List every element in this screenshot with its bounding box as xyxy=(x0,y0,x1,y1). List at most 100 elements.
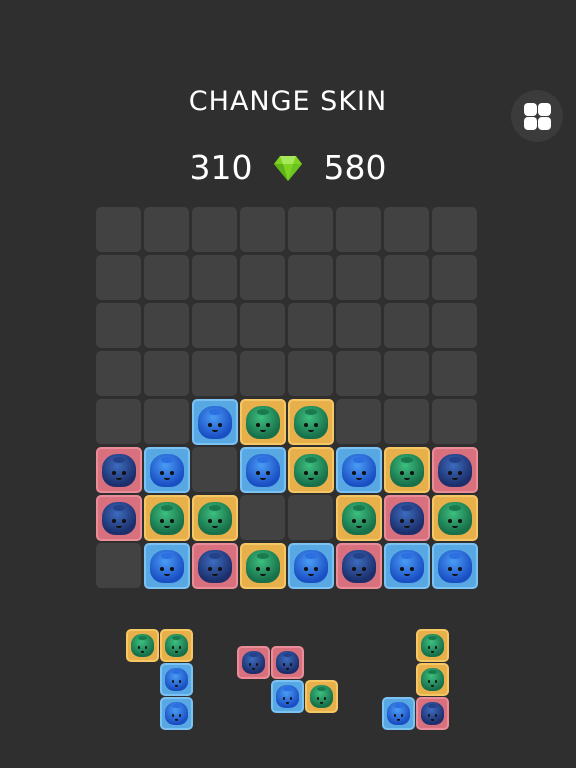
board-tile xyxy=(288,543,334,589)
piece-tile[interactable] xyxy=(126,629,159,662)
empty-cell xyxy=(240,495,285,540)
empty-cell xyxy=(432,399,477,444)
empty-cell xyxy=(288,351,333,396)
jelly-face-icon xyxy=(309,685,334,709)
jelly-face-icon xyxy=(246,454,280,487)
empty-cell xyxy=(336,255,381,300)
empty-cell xyxy=(288,303,333,348)
board-tile xyxy=(384,495,430,541)
jelly-face-icon xyxy=(294,550,328,583)
jelly-face-icon xyxy=(438,454,472,487)
jelly-face-icon xyxy=(390,454,424,487)
empty-cell xyxy=(384,255,429,300)
jelly-face-icon xyxy=(241,651,266,675)
empty-cell xyxy=(336,351,381,396)
board-tile xyxy=(240,399,286,445)
piece-tile[interactable] xyxy=(305,680,338,713)
jelly-face-icon xyxy=(150,454,184,487)
empty-cell xyxy=(96,399,141,444)
jelly-face-icon xyxy=(150,550,184,583)
jelly-face-icon xyxy=(246,406,280,439)
empty-cell xyxy=(192,351,237,396)
empty-cell xyxy=(432,207,477,252)
jelly-face-icon xyxy=(386,702,411,726)
board-tile xyxy=(144,447,190,493)
empty-cell xyxy=(384,351,429,396)
jelly-face-icon xyxy=(342,502,376,535)
current-score: 310 xyxy=(189,148,253,187)
board-tile xyxy=(432,447,478,493)
empty-cell xyxy=(288,495,333,540)
empty-cell xyxy=(192,255,237,300)
empty-cell xyxy=(144,207,189,252)
page-title: CHANGE SKIN xyxy=(188,86,388,117)
piece-tile[interactable] xyxy=(271,646,304,679)
empty-cell xyxy=(240,207,285,252)
jelly-face-icon xyxy=(198,406,232,439)
empty-cell xyxy=(192,207,237,252)
jelly-face-icon xyxy=(438,502,472,535)
jelly-face-icon xyxy=(420,668,445,692)
piece-tile[interactable] xyxy=(237,646,270,679)
empty-cell xyxy=(96,303,141,348)
empty-cell xyxy=(96,351,141,396)
jelly-face-icon xyxy=(198,502,232,535)
jelly-face-icon xyxy=(130,634,155,658)
empty-cell xyxy=(384,303,429,348)
jelly-face-icon xyxy=(438,550,472,583)
green-gem-icon xyxy=(274,155,302,181)
piece-tile[interactable] xyxy=(271,680,304,713)
piece-tile[interactable] xyxy=(160,629,193,662)
piece-tile[interactable] xyxy=(160,697,193,730)
board-tile xyxy=(192,495,238,541)
piece-tile[interactable] xyxy=(416,697,449,730)
jelly-face-icon xyxy=(390,550,424,583)
empty-cell xyxy=(240,255,285,300)
piece-tile[interactable] xyxy=(382,697,415,730)
empty-cell xyxy=(144,351,189,396)
jelly-face-icon xyxy=(102,502,136,535)
jelly-face-icon xyxy=(198,550,232,583)
jelly-face-icon xyxy=(164,702,189,726)
empty-cell xyxy=(432,255,477,300)
board-tile xyxy=(192,399,238,445)
empty-cell xyxy=(432,303,477,348)
jelly-face-icon xyxy=(164,634,189,658)
empty-cell xyxy=(336,207,381,252)
board-tile xyxy=(288,399,334,445)
board-tile xyxy=(336,447,382,493)
board-tile xyxy=(96,495,142,541)
game-board xyxy=(96,207,480,591)
empty-cell xyxy=(336,399,381,444)
board-tile xyxy=(192,543,238,589)
score-row: 310 580 xyxy=(0,146,576,187)
empty-cell xyxy=(384,399,429,444)
empty-cell xyxy=(432,351,477,396)
board-tile xyxy=(432,543,478,589)
jelly-face-icon xyxy=(275,685,300,709)
board-tile xyxy=(144,543,190,589)
board-tile xyxy=(336,495,382,541)
empty-cell xyxy=(144,303,189,348)
empty-cell xyxy=(96,543,141,588)
jelly-face-icon xyxy=(420,634,445,658)
piece-tile[interactable] xyxy=(416,663,449,696)
piece-tile[interactable] xyxy=(160,663,193,696)
jelly-face-icon xyxy=(102,454,136,487)
empty-cell xyxy=(336,303,381,348)
board-tile xyxy=(336,543,382,589)
jelly-face-icon xyxy=(420,702,445,726)
board-tile xyxy=(144,495,190,541)
menu-button[interactable] xyxy=(511,90,563,142)
jelly-face-icon xyxy=(342,550,376,583)
empty-cell xyxy=(96,207,141,252)
empty-cell xyxy=(144,399,189,444)
jelly-face-icon xyxy=(294,454,328,487)
board-tile xyxy=(384,447,430,493)
jelly-face-icon xyxy=(150,502,184,535)
gem-count: 580 xyxy=(323,148,387,187)
board-tile xyxy=(240,543,286,589)
board-tile xyxy=(432,495,478,541)
jelly-face-icon xyxy=(342,454,376,487)
piece-tile[interactable] xyxy=(416,629,449,662)
